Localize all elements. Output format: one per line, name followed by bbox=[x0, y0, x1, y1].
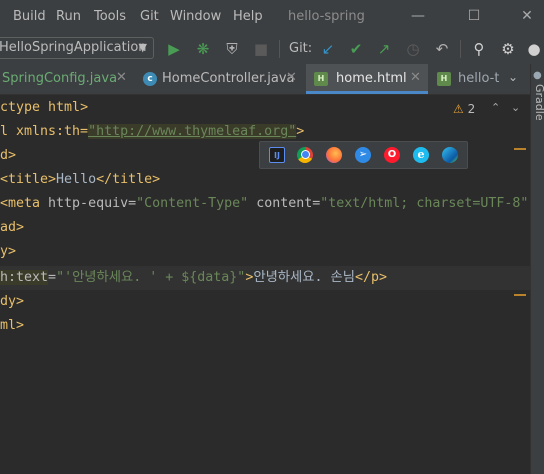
menu-git[interactable]: Git bbox=[140, 9, 159, 24]
right-tool-strip: ● Gradle bbox=[530, 64, 544, 474]
menu-window[interactable]: Window bbox=[170, 9, 221, 24]
code-token: <meta bbox=[0, 196, 41, 211]
code-line-6: ad> bbox=[0, 216, 24, 240]
editor-tab-bar: SpringConfig.java ✕ c HomeController.jav… bbox=[0, 64, 530, 95]
chevron-down-icon: ▼ bbox=[138, 41, 147, 54]
code-token: l xmlns:th= bbox=[0, 124, 89, 139]
git-push-icon[interactable]: ↗ bbox=[374, 39, 394, 59]
html-file-icon: H bbox=[437, 72, 451, 86]
inspection-widget[interactable]: ⚠ 2 bbox=[453, 102, 475, 116]
code-token: "Content-Type" bbox=[136, 196, 249, 211]
safari-icon[interactable]: ➢ bbox=[355, 147, 371, 163]
more-icon[interactable]: ● bbox=[524, 39, 544, 59]
stop-icon[interactable]: ■ bbox=[251, 39, 271, 59]
code-token: > bbox=[296, 124, 305, 139]
code-line-3: d> bbox=[0, 144, 16, 168]
git-update-icon[interactable]: ↙ bbox=[318, 39, 338, 59]
minimize-icon[interactable]: — bbox=[406, 5, 430, 27]
tab-label: hello-t bbox=[458, 71, 499, 86]
warning-icon: ⚠ bbox=[453, 102, 464, 116]
code-token: ad> bbox=[0, 220, 25, 235]
project-title: hello-spring bbox=[288, 9, 365, 24]
firefox-icon[interactable] bbox=[326, 147, 342, 163]
code-token: "text/html; charset=UTF-8" bbox=[320, 196, 529, 211]
gradle-tool-button[interactable]: Gradle bbox=[533, 84, 544, 121]
history-icon[interactable]: ◷ bbox=[403, 39, 423, 59]
rollback-icon[interactable]: ↶ bbox=[432, 39, 452, 59]
code-token-url[interactable]: "http://www.thymeleaf.org" bbox=[88, 124, 297, 139]
code-token: "'안녕하세요. ' + ${data}" bbox=[56, 270, 246, 285]
code-line-4: <title>Hello</title> bbox=[0, 168, 160, 192]
ie-icon[interactable]: e bbox=[413, 147, 429, 163]
code-token: </title> bbox=[96, 172, 161, 187]
warning-marker[interactable] bbox=[514, 294, 526, 296]
code-line-7: y> bbox=[0, 240, 16, 264]
warning-marker[interactable] bbox=[514, 148, 526, 150]
tab-homecontroller[interactable]: c HomeController.java ✕ bbox=[135, 64, 305, 94]
open-in-browser-popup: IJ ➢ O e bbox=[259, 141, 468, 169]
tab-hello-template[interactable]: H hello-t bbox=[429, 64, 499, 94]
code-token: content= bbox=[248, 196, 321, 211]
code-token: dy> bbox=[0, 294, 25, 309]
code-token: http-equiv= bbox=[40, 196, 137, 211]
tab-list-button[interactable]: ⌄ bbox=[502, 64, 528, 94]
code-line-8: h:text="'안녕하세요. ' + ${data}">안녕하세요. 손님</… bbox=[0, 266, 387, 290]
settings-icon[interactable]: ⚙ bbox=[498, 39, 518, 59]
toolbar-separator bbox=[279, 40, 280, 58]
code-token: ctype html bbox=[0, 100, 81, 115]
search-icon[interactable]: ⚲ bbox=[469, 39, 489, 59]
warning-count: 2 bbox=[467, 102, 476, 116]
debug-icon[interactable]: ❋ bbox=[193, 39, 213, 59]
chevron-up-icon[interactable]: ⌃ bbox=[491, 101, 500, 114]
tab-springconfig[interactable]: SpringConfig.java ✕ bbox=[0, 64, 134, 94]
tab-label: home.html bbox=[336, 71, 407, 86]
code-token: </p> bbox=[355, 270, 388, 285]
chevron-down-icon[interactable]: ⌄ bbox=[511, 101, 520, 114]
code-token: > bbox=[80, 100, 89, 115]
code-line-5: <meta http-equiv="Content-Type" content=… bbox=[0, 192, 528, 216]
chevron-down-icon: ⌄ bbox=[508, 70, 519, 84]
code-token: ml> bbox=[0, 318, 25, 333]
gradle-icon: ● bbox=[533, 70, 542, 81]
close-icon[interactable]: ✕ bbox=[410, 70, 421, 85]
git-commit-icon[interactable]: ✔ bbox=[346, 39, 366, 59]
run-icon[interactable]: ▶ bbox=[164, 39, 184, 59]
code-line-2: l xmlns:th="http://www.thymeleaf.org"> bbox=[0, 120, 304, 144]
code-token: <title> bbox=[0, 172, 57, 187]
maximize-icon[interactable]: ☐ bbox=[462, 5, 486, 27]
git-label: Git: bbox=[289, 41, 313, 56]
java-class-icon: c bbox=[143, 72, 157, 86]
code-line-1: ctype html> bbox=[0, 96, 88, 120]
toolbar-separator bbox=[460, 40, 461, 58]
code-token: y> bbox=[0, 244, 17, 259]
run-config-select[interactable]: HelloSpringApplication ▼ bbox=[0, 37, 154, 59]
intellij-icon[interactable]: IJ bbox=[269, 147, 285, 163]
run-config-label: HelloSpringApplication bbox=[0, 40, 147, 55]
toolbar: HelloSpringApplication ▼ ▶ ❋ ⛨ ■ Git: ↙ … bbox=[0, 34, 544, 64]
edge-icon[interactable] bbox=[442, 147, 458, 163]
code-token: Hello bbox=[56, 172, 97, 187]
menu-tools[interactable]: Tools bbox=[94, 9, 126, 24]
close-icon[interactable]: ✕ bbox=[286, 70, 297, 85]
menu-run[interactable]: Run bbox=[56, 9, 81, 24]
tab-label: HomeController.java bbox=[162, 71, 295, 86]
code-line-9: dy> bbox=[0, 290, 24, 314]
tab-label: SpringConfig.java bbox=[2, 71, 118, 86]
code-token: h:text bbox=[0, 270, 49, 285]
chrome-icon[interactable] bbox=[297, 147, 313, 163]
code-token: 안녕하세요. 손님 bbox=[253, 270, 355, 285]
code-token: d> bbox=[0, 148, 17, 163]
code-line-10: ml> bbox=[0, 314, 24, 338]
close-window-icon[interactable]: ✕ bbox=[515, 5, 539, 27]
tab-home-html[interactable]: H home.html ✕ bbox=[306, 64, 428, 94]
menu-build[interactable]: Build bbox=[13, 9, 46, 24]
code-token: = bbox=[48, 270, 57, 285]
close-icon[interactable]: ✕ bbox=[116, 70, 127, 85]
html-file-icon: H bbox=[314, 72, 328, 86]
menu-help[interactable]: Help bbox=[233, 9, 263, 24]
coverage-icon[interactable]: ⛨ bbox=[222, 39, 242, 59]
opera-icon[interactable]: O bbox=[384, 147, 400, 163]
menu-bar: Build Run Tools Git Window Help hello-sp… bbox=[0, 0, 544, 34]
